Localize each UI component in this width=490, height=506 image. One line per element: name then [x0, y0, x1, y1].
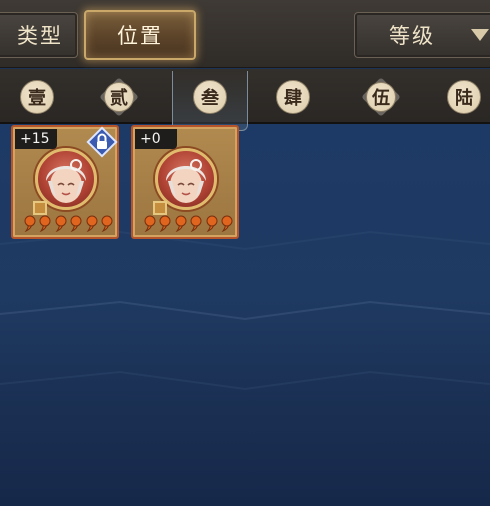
tab-type[interactable]: 类型 — [0, 12, 78, 58]
white-haired-hero-portrait-icon — [46, 159, 86, 203]
position-filter-5[interactable]: 伍 — [361, 77, 401, 117]
position-filter-3[interactable]: 叁 — [191, 78, 229, 116]
lock-icon[interactable] — [85, 125, 119, 159]
level-sort-dropdown[interactable]: 等级 — [354, 12, 490, 58]
star-icon — [206, 215, 218, 232]
star-icon — [144, 215, 156, 232]
enhance-level-badge: +15 — [15, 129, 57, 149]
position-filter-label: 壹 — [28, 88, 46, 109]
position-filter-label: 陆 — [455, 88, 473, 109]
star-icon — [70, 215, 82, 232]
white-haired-hero-portrait-icon — [166, 159, 206, 203]
tab-position-label: 位置 — [117, 24, 163, 48]
hero-card[interactable]: +15 — [11, 125, 119, 239]
star-rating — [143, 215, 233, 235]
star-rating — [23, 215, 113, 235]
hero-card[interactable]: +0 — [131, 125, 239, 239]
star-icon — [190, 215, 202, 232]
position-filter-2[interactable]: 贰 — [99, 77, 139, 117]
star-icon — [24, 215, 36, 232]
position-filter-label: 叁 — [201, 88, 219, 109]
position-filter-label: 伍 — [372, 88, 390, 109]
star-icon — [159, 215, 171, 232]
star-icon — [55, 215, 67, 232]
position-filter-label: 肆 — [284, 88, 302, 109]
position-filter-label: 贰 — [110, 88, 128, 109]
star-icon — [175, 215, 187, 232]
star-icon — [86, 215, 98, 232]
element-marker-icon — [33, 201, 47, 215]
level-sort-label: 等级 — [389, 24, 435, 48]
chevron-down-icon — [471, 29, 489, 41]
tab-type-label: 类型 — [17, 24, 63, 48]
position-filter-row: 壹 贰 叁 肆 伍 陆 — [0, 69, 490, 131]
position-filter-1[interactable]: 壹 — [18, 78, 56, 116]
tab-position[interactable]: 位置 — [84, 10, 196, 60]
position-filter-6[interactable]: 陆 — [445, 78, 483, 116]
star-icon — [39, 215, 51, 232]
star-icon — [101, 215, 113, 232]
star-icon — [221, 215, 233, 232]
top-filter-bar: 类型 位置 等级 — [0, 0, 490, 68]
position-filter-4[interactable]: 肆 — [274, 78, 312, 116]
enhance-level-badge: +0 — [135, 129, 177, 149]
element-marker-icon — [153, 201, 167, 215]
